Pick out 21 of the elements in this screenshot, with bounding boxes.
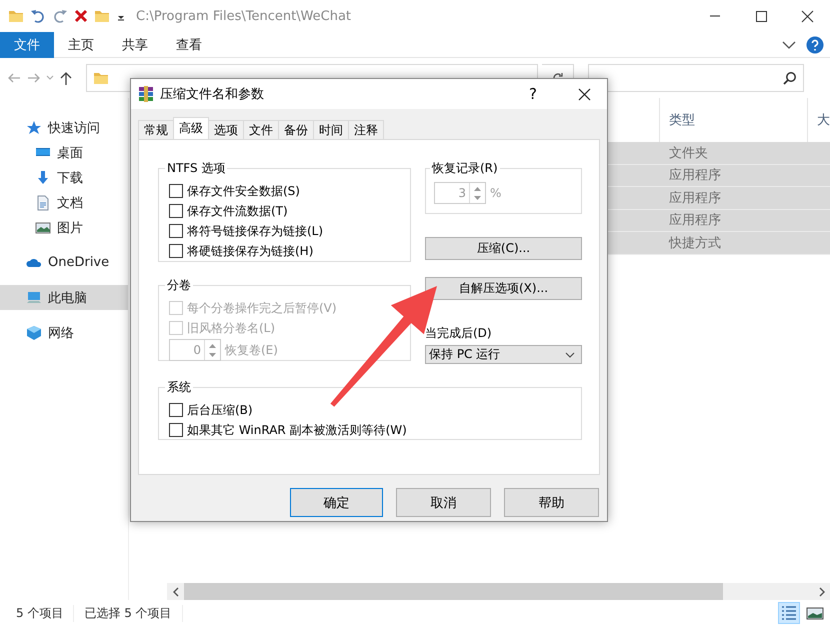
checkbox-label: 将符号链接保存为链接(L) [187, 222, 324, 240]
field-label: 当完成后(D) [425, 325, 493, 342]
checkbox-label: 保存文件流数据(T) [187, 202, 288, 220]
checkbox-label: 将硬链接保存为链接(H) [187, 242, 314, 260]
number-field: 3 [434, 182, 486, 204]
group-title: NTFS 选项 [166, 160, 226, 177]
item-count: 5 个项目 [16, 604, 74, 622]
group-title: 系统 [166, 379, 192, 396]
spin-label: 恢复卷(E) [225, 342, 278, 358]
group-title: 分卷 [166, 277, 192, 294]
checkbox-label: 每个分卷操作完之后暂停(V) [187, 300, 337, 316]
checkbox-label: 旧风格分卷名(L) [187, 320, 276, 336]
checkbox-label: 保存文件安全数据(S) [187, 182, 300, 200]
group-title: 恢复记录(R) [430, 160, 499, 177]
checkbox-label: 如果其它 WinRAR 副本被激活则等待(W) [187, 422, 407, 438]
number-field: 0 [169, 339, 221, 361]
selection-count: 已选择 5 个项目 [84, 604, 183, 622]
window-title: C:\Program Files\Tencent\WeChat [136, 8, 352, 24]
checkbox-label: 后台压缩(B) [187, 402, 253, 418]
dialog-title: 压缩文件名和参数 [160, 86, 265, 103]
spin-label: % [490, 186, 502, 200]
